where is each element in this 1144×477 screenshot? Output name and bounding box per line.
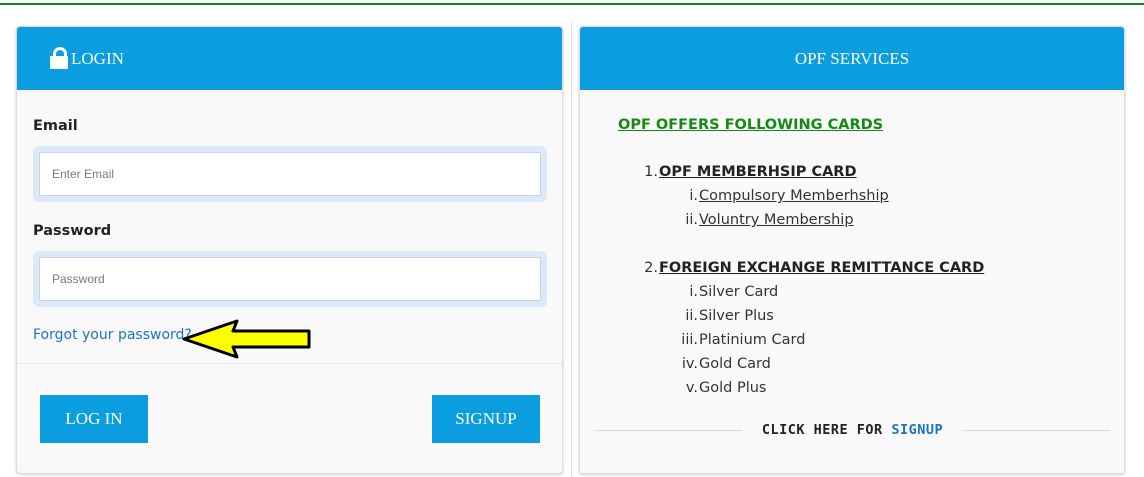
services-title: OPF SERVICES bbox=[794, 48, 910, 68]
card-name-membership[interactable]: OPF MEMBERHSIP CARD bbox=[659, 164, 857, 180]
login-panel: LOGIN Email Password Forgot your passwor… bbox=[16, 26, 563, 474]
password-field-wrapper bbox=[33, 251, 547, 307]
password-label: Password bbox=[33, 223, 112, 239]
gold-plus-item: Gold Plus bbox=[699, 380, 767, 396]
list-marker: iv. bbox=[681, 356, 698, 372]
platinium-card-item: Platinium Card bbox=[699, 332, 806, 348]
login-title: LOGIN bbox=[71, 48, 124, 68]
top-border-line bbox=[0, 3, 1144, 5]
login-divider bbox=[17, 363, 562, 364]
signup-row: CLICK HERE FOR SIGNUP bbox=[595, 418, 1110, 442]
signup-prompt: CLICK HERE FOR SIGNUP bbox=[742, 422, 963, 438]
offers-title: OPF OFFERS FOLLOWING CARDS bbox=[618, 117, 884, 133]
signup-button[interactable]: SIGNUP bbox=[432, 395, 540, 443]
silver-card-item: Silver Card bbox=[699, 284, 779, 300]
list-marker: 1. bbox=[644, 164, 658, 180]
list-marker: v. bbox=[685, 380, 698, 396]
compulsory-membership-link[interactable]: Compulsory Memberhship bbox=[699, 188, 889, 204]
email-label: Email bbox=[33, 118, 78, 134]
signup-prefix: CLICK HERE FOR bbox=[761, 422, 883, 438]
forgot-password-link[interactable]: Forgot your password? bbox=[33, 327, 192, 343]
silver-plus-item: Silver Plus bbox=[699, 308, 774, 324]
services-panel: OPF SERVICES OPF OFFERS FOLLOWING CARDS … bbox=[579, 26, 1125, 474]
list-marker: iii. bbox=[681, 332, 698, 348]
gold-card-item: Gold Card bbox=[699, 356, 771, 372]
email-field-wrapper bbox=[33, 146, 547, 202]
column-divider bbox=[571, 22, 572, 477]
arrow-pointer-icon bbox=[182, 319, 311, 359]
signup-rule-right bbox=[963, 429, 1110, 431]
list-marker: i. bbox=[689, 188, 698, 204]
list-marker: i. bbox=[689, 284, 698, 300]
signup-rule-left bbox=[595, 429, 742, 431]
login-header: LOGIN bbox=[17, 27, 562, 90]
list-marker: 2. bbox=[644, 260, 658, 276]
voluntary-membership-link[interactable]: Voluntry Membership bbox=[699, 212, 854, 228]
login-button[interactable]: LOG IN bbox=[40, 395, 148, 443]
list-marker: ii. bbox=[685, 308, 698, 324]
list-marker: ii. bbox=[685, 212, 698, 228]
signup-link[interactable]: SIGNUP bbox=[891, 422, 943, 438]
services-header: OPF SERVICES bbox=[580, 27, 1124, 90]
email-input[interactable] bbox=[39, 152, 541, 196]
lock-icon bbox=[50, 46, 68, 69]
card-name-remittance[interactable]: FOREIGN EXCHANGE REMITTANCE CARD bbox=[659, 260, 984, 276]
password-input[interactable] bbox=[39, 257, 541, 301]
